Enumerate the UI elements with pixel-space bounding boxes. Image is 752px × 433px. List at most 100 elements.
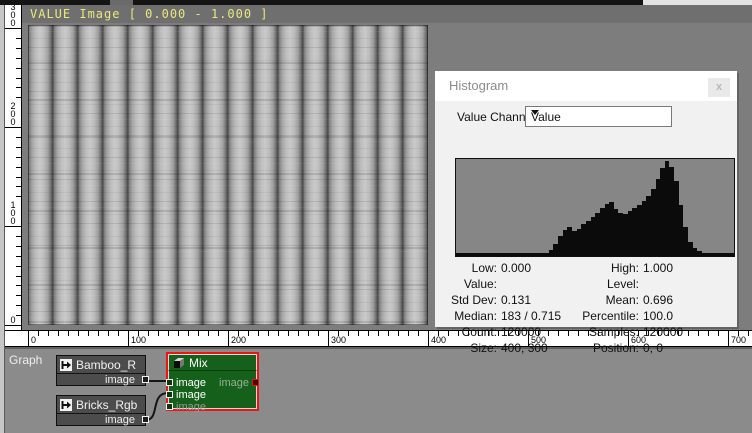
ruler-tick [16,58,21,59]
stat-value: 400, 300 [501,341,548,355]
stat-label: Position: [592,341,639,355]
histogram-bars [456,159,734,256]
ruler-tick [58,331,59,336]
ruler-tick [16,256,21,257]
ruler-tick [358,331,359,336]
ruler-tick [16,137,21,138]
stat-row: Value: [440,276,590,292]
stat-row: Position: 0, 0 [573,340,735,356]
ruler-label: 200 [5,102,21,127]
mix-node-cube-icon [173,357,185,369]
ruler-label: 300 [331,335,347,345]
ruler-tick [16,305,21,306]
graph-panel: Graph Bamboo_R image Bricks_Rgb image Mi… [0,347,752,433]
ruler-tick [16,266,21,267]
ruler-label: 200 [231,335,247,345]
ruler-tick [208,331,209,336]
ruler-tick [16,186,21,187]
value-channel-dropdown[interactable]: Value [525,106,672,127]
stat-label: Size: [470,341,497,355]
close-button[interactable]: x [708,78,730,97]
stat-label: Std Dev: [450,293,497,307]
histogram-panel-titlebar[interactable]: Histogram x [435,71,737,101]
ruler-tick [5,127,21,128]
source-node-icon [60,399,72,411]
stat-label: Mean: [605,293,639,307]
ruler-tick [16,295,21,296]
stat-label: Samples: [588,325,639,339]
ruler-tick [16,87,21,88]
ruler-label: 100 [5,201,21,226]
ruler-tick [378,331,379,336]
ruler-tick [198,331,199,336]
ruler-tick [16,157,21,158]
bamboo-texture-image[interactable] [28,25,428,325]
node-titlebar: Mix [168,354,257,371]
ruler-tick [168,331,169,336]
input-port[interactable] [166,403,173,410]
ruler-tick [16,196,21,197]
stat-row: Mean: 0.696 [573,292,735,308]
stat-row: High: 1.000 [573,260,735,276]
stat-row: Level: [573,276,735,292]
ruler-tick [5,226,21,227]
mix-io-row: image [168,401,257,413]
close-icon: x [715,81,723,93]
ruler-tick [16,38,21,39]
source-node-icon [60,359,72,371]
ruler-tick [16,147,21,148]
chevron-down-icon [531,110,539,115]
ruler-tick [16,236,21,237]
ruler-tick [16,246,21,247]
ruler-tick [16,97,21,98]
ruler-tick [98,331,99,336]
node-bricks-rgb[interactable]: Bricks_Rgb image [56,395,149,426]
input-port[interactable] [166,391,173,398]
viewer-title: VALUE Image [ 0.000 - 1.000 ] [30,7,269,21]
stat-value: 183 / 0.715 [501,309,562,323]
stat-label: Median: [454,309,497,323]
ruler-tick [16,68,21,69]
output-port-label: image [57,373,145,386]
ruler-tick [318,331,319,336]
stat-row: Std Dev: 0.131 [440,292,590,308]
node-title: Mix [189,356,208,370]
ruler-tick [258,331,259,336]
histogram-panel-body: Value Channel: Value Low: 0.000 Value: Std … [435,101,737,355]
ruler-tick [268,331,269,336]
output-port[interactable] [252,379,259,386]
window-left-edge [0,0,5,433]
ruler-tick [288,331,289,336]
ruler-tick [118,331,119,336]
ruler-tick [388,331,389,336]
output-port-label: image [219,377,249,389]
node-title: Bricks_Rgb [76,398,138,412]
ruler-tick [228,331,229,346]
stat-value: 1.000 [643,261,674,275]
ruler-tick [298,331,299,336]
ruler-tick [278,331,279,336]
ruler-tick [68,331,69,336]
output-port[interactable] [142,376,149,383]
stat-label: Percentile: [582,309,639,323]
ruler-tick [16,177,21,178]
ruler-tick [158,331,159,336]
input-port[interactable] [166,379,173,386]
ruler-tick [16,78,21,79]
ruler-tick [248,331,249,336]
input-port-label: image [176,377,206,389]
node-mix-selected[interactable]: Mix image image image image [166,352,259,413]
ruler-tick [28,331,29,346]
node-bamboo-r[interactable]: Bamboo_R image [56,355,149,386]
output-port[interactable] [142,416,149,423]
ruler-label: 0 [5,316,21,325]
ruler-label: 0 [31,335,37,345]
ruler-tick [16,48,21,49]
ruler-tick [368,331,369,336]
ruler-tick [5,325,21,326]
stat-row: Samples: 120000 [573,324,735,340]
stat-value: 0, 0 [643,341,664,355]
ruler-tick [108,331,109,336]
node-title: Bamboo_R [76,358,137,372]
stat-value: 120000 [501,325,542,339]
